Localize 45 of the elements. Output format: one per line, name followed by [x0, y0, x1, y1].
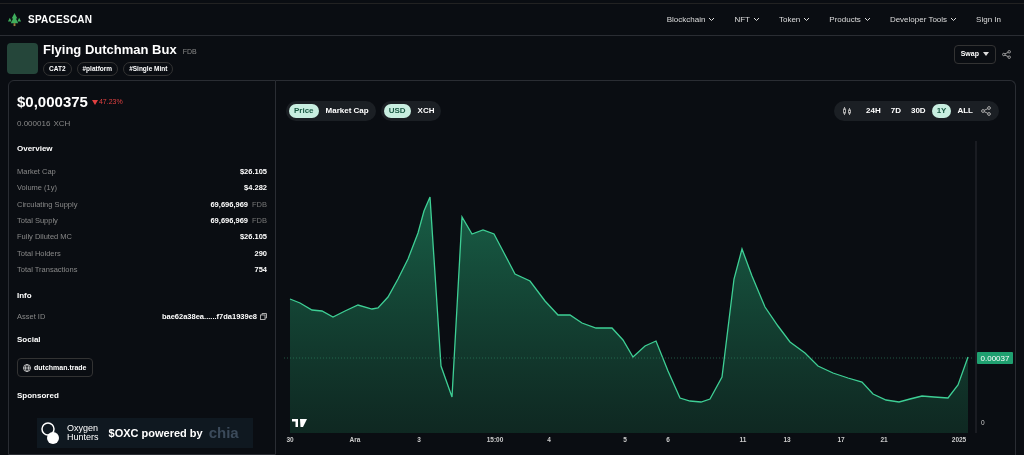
range-tab[interactable]: 24H	[862, 104, 885, 118]
sponsor-banner[interactable]: Oxygen Hunters $OXC powered by chia	[37, 417, 253, 448]
sponsor-brand: Hunters	[67, 432, 99, 442]
token-name: Flying Dutchman Bux	[43, 41, 177, 60]
section-title: Overview	[17, 142, 54, 155]
range-tab[interactable]: ALL	[953, 104, 977, 118]
chevron-down-icon	[752, 17, 760, 22]
caret-down-icon	[983, 52, 989, 56]
toggle-option[interactable]: Market Cap	[321, 104, 373, 118]
chevron-down-icon	[708, 17, 716, 22]
tree-logo-icon[interactable]	[7, 12, 22, 27]
share-icon[interactable]	[981, 106, 991, 116]
section-title: Sponsored	[17, 389, 60, 402]
range-tab[interactable]: 30D	[906, 104, 930, 118]
nav-menu-item[interactable]: Products	[829, 13, 871, 26]
section-title: Social	[17, 333, 42, 346]
sponsor-brand: Oxygen	[67, 423, 99, 433]
token-avatar	[7, 42, 38, 74]
chevron-down-icon	[950, 17, 958, 22]
nav-menu-item[interactable]: Sign In	[976, 13, 1001, 26]
last-price-label: 0.00037	[977, 352, 1013, 364]
range-tab[interactable]: 1Y	[931, 104, 952, 118]
section-title: Info	[17, 289, 33, 302]
toggle-option[interactable]: USD	[383, 104, 411, 118]
range-tab[interactable]: 7D	[886, 104, 905, 118]
tradingview-logo-icon	[292, 419, 307, 427]
copy-icon[interactable]	[260, 312, 267, 320]
chevron-down-icon	[803, 17, 811, 22]
candlestick-icon[interactable]	[842, 106, 853, 116]
nav-menu-item[interactable]: Blockchain	[666, 13, 716, 26]
toggle-option[interactable]: XCH	[413, 104, 439, 118]
share-icon[interactable]	[1002, 49, 1011, 59]
chevron-down-icon	[863, 17, 871, 22]
sponsor-text: $OXC powered by	[108, 425, 203, 441]
xch-unit: XCH	[53, 117, 71, 130]
partner-name: chia	[208, 422, 239, 443]
globe-icon	[23, 363, 31, 372]
xch-price: 0.000016	[17, 117, 51, 130]
toggle-option[interactable]: Price	[289, 104, 319, 118]
bubbles-icon	[41, 420, 61, 445]
token-price: $0,000375	[17, 92, 88, 112]
nav-menu-item[interactable]: Token	[778, 13, 811, 26]
nav-menu-item[interactable]: Developer Tools	[889, 13, 958, 26]
nav-menu-item[interactable]: NFT	[734, 13, 760, 26]
brand-name[interactable]: SPACESCAN	[28, 12, 93, 27]
